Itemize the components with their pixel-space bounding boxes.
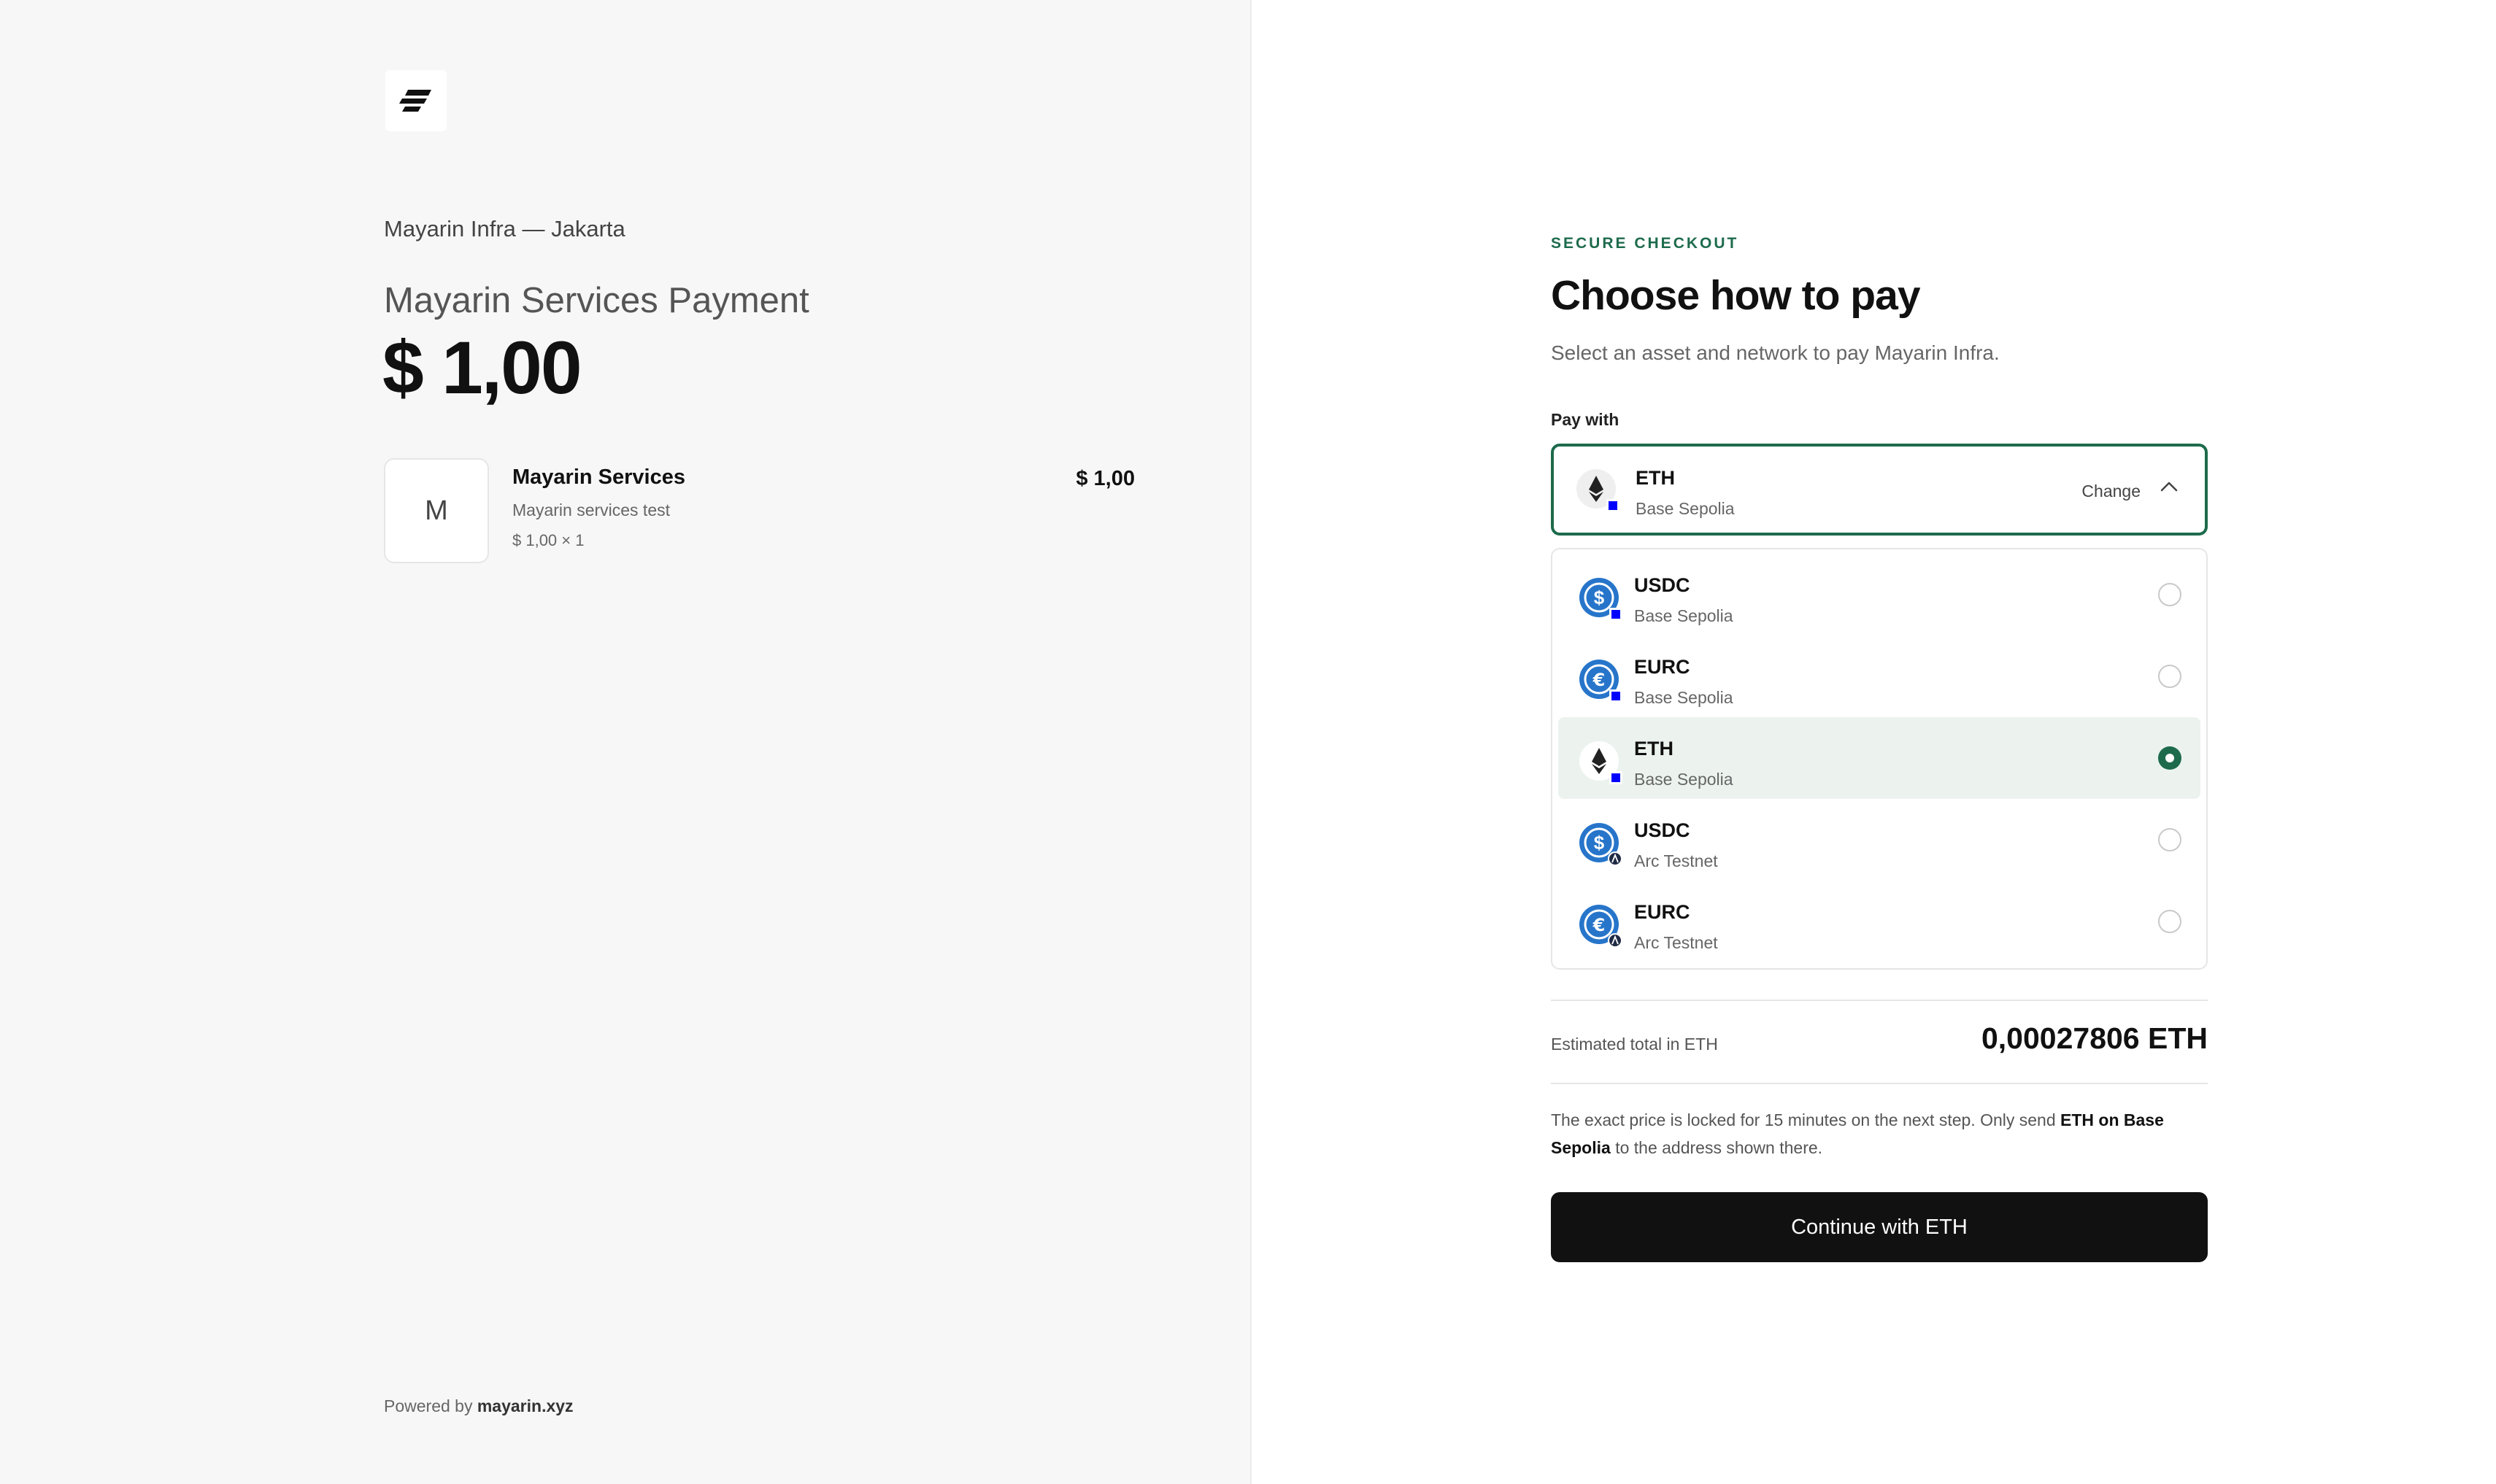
option-asset-name: USDC [1634,819,1690,841]
eurc-icon: € [1579,905,1622,948]
option-network: Base Sepolia [1634,606,1733,625]
secure-checkout-label: SECURE CHECKOUT [1551,235,1739,252]
summary-divider-bottom [1551,1083,2208,1084]
option-asset-name: EURC [1634,656,1690,678]
item-thumbnail: M [384,458,489,563]
option-asset-name: EURC [1634,901,1690,923]
asset-selector[interactable]: ETH Base Sepolia Change [1551,444,2208,536]
svg-text:$: $ [1594,587,1605,608]
merchant-logo [385,70,447,131]
option-radio[interactable] [2158,665,2181,688]
note-text: The exact price is locked for 15 minutes… [1551,1110,2061,1129]
summary-divider-top [1551,1000,2208,1001]
asset-option-eurc-base[interactable]: € EURC Base Sepolia [1558,635,2200,717]
powered-by-prefix: Powered by [384,1396,473,1415]
merchant-location: Mayarin Infra — Jakarta [384,216,625,241]
note-text-end: to the address shown there. [1610,1138,1823,1157]
usdc-icon: $ [1579,823,1622,866]
option-radio[interactable] [2158,583,2181,606]
pay-with-label: Pay with [1551,410,1619,429]
usdc-icon: $ [1579,578,1622,621]
option-radio-selected[interactable] [2158,746,2181,770]
option-network: Arc Testnet [1634,851,1718,870]
option-network: Base Sepolia [1634,770,1733,789]
item-quantity: $ 1,00 × 1 [512,531,585,549]
change-button[interactable]: Change [2081,482,2141,501]
estimate-label: Estimated total in ETH [1551,1035,1718,1054]
option-network: Arc Testnet [1634,933,1718,952]
eurc-icon: € [1579,660,1622,703]
svg-text:$: $ [1594,832,1605,854]
option-asset-name: USDC [1634,574,1690,596]
selected-asset-network: Base Sepolia [1636,499,1735,518]
option-network: Base Sepolia [1634,688,1733,707]
option-radio[interactable] [2158,828,2181,851]
asset-dropdown: $ USDC Base Sepolia € EURC Base Sepolia … [1551,548,2208,970]
asset-option-eurc-arc[interactable]: € EURC Arc Testnet [1558,881,2200,962]
eth-icon [1579,741,1622,784]
asset-option-usdc-arc[interactable]: $ USDC Arc Testnet [1558,799,2200,881]
checkout-heading: Choose how to pay [1551,272,1921,319]
order-summary-panel: Mayarin Infra — Jakarta Mayarin Services… [0,0,1252,1484]
svg-text:€: € [1592,915,1606,935]
eth-icon [1576,469,1619,512]
payment-title: Mayarin Services Payment [384,281,809,320]
item-name: Mayarin Services [512,465,685,489]
powered-by: Powered by mayarin.xyz [384,1396,574,1416]
asset-option-usdc-base[interactable]: $ USDC Base Sepolia [1558,554,2200,635]
price-lock-note: The exact price is locked for 15 minutes… [1551,1106,2208,1162]
item-price: $ 1,00 [1076,467,1135,490]
svg-text:€: € [1592,670,1606,690]
asset-option-eth-base[interactable]: ETH Base Sepolia [1558,717,2200,799]
chevron-up-icon[interactable] [2160,480,2179,493]
item-description: Mayarin services test [512,501,671,519]
continue-button[interactable]: Continue with ETH [1551,1192,2208,1262]
checkout-subheading: Select an asset and network to pay Mayar… [1551,341,2000,364]
powered-by-link[interactable]: mayarin.xyz [477,1396,574,1415]
mayarin-logo-icon [399,90,431,112]
estimate-value: 0,00027806 ETH [1981,1021,2208,1055]
option-asset-name: ETH [1634,738,1673,760]
payment-amount: $ 1,00 [382,326,582,409]
selected-asset-name: ETH [1636,467,1675,489]
option-radio[interactable] [2158,910,2181,933]
